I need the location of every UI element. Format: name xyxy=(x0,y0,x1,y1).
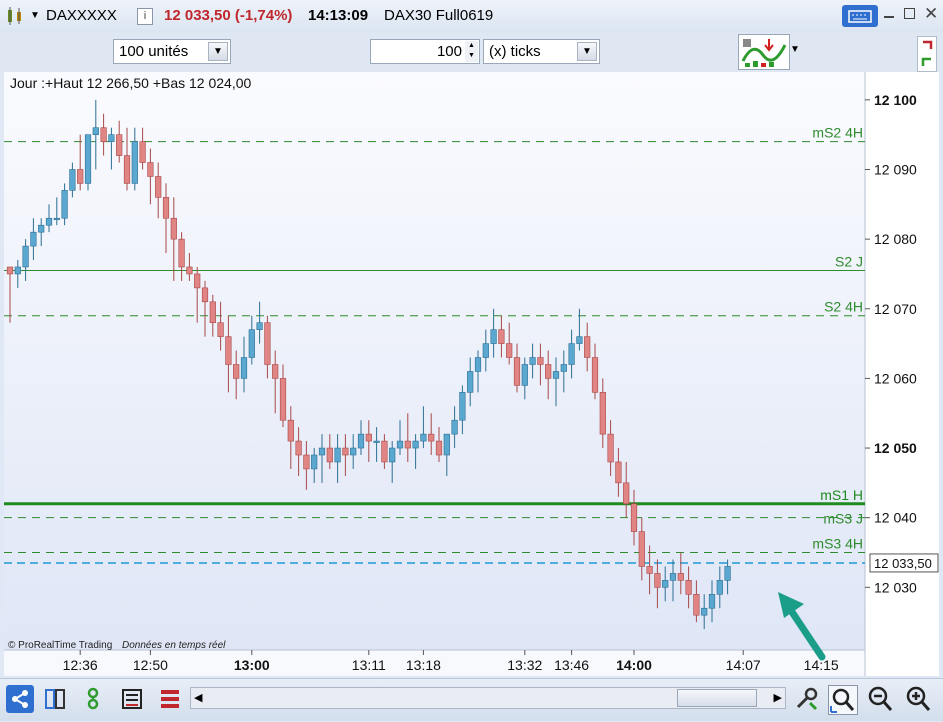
instrument-name: DAX30 Full0619 xyxy=(384,7,494,24)
spinner-icon[interactable]: ▲ ▼ xyxy=(465,41,478,62)
title-bar: ▼ DAXXXXX i 12 033,50 (-1,74%) 14:13:09 … xyxy=(0,0,943,33)
tools-icon[interactable] xyxy=(82,685,110,713)
clock-time: 14:13:09 xyxy=(308,7,369,24)
y-tick-label: 12 060 xyxy=(874,370,917,386)
y-tick-label: 12 050 xyxy=(874,440,917,456)
maximize-icon[interactable] xyxy=(904,8,915,19)
units-select[interactable]: 100 unités ▼ xyxy=(113,39,231,64)
scroll-right-icon[interactable]: ▶ xyxy=(774,691,782,704)
level-label: S2 4H xyxy=(824,299,863,315)
chart-panel[interactable]: mS2 4H S2 J S2 4H mS1 H mS3 J mS3 4H 12 100 12… xyxy=(4,72,939,676)
y-tick-label: 12 030 xyxy=(874,579,917,595)
x-tick-label: 12:36 xyxy=(63,657,98,673)
toolbar: 100 unités ▼ 100 ▲ ▼ (x) ticks ▼ ▼ xyxy=(0,32,943,72)
scrollbar-thumb[interactable] xyxy=(677,689,757,707)
chevron-down-icon[interactable]: ▼ xyxy=(208,42,228,61)
level-label: mS3 J xyxy=(823,511,863,527)
list-icon[interactable] xyxy=(118,685,146,713)
zoom-in-icon[interactable] xyxy=(904,685,932,713)
keyboard-icon[interactable] xyxy=(842,5,878,27)
y-tick-label: 12 090 xyxy=(874,161,917,177)
x-tick-label: 13:18 xyxy=(406,657,441,673)
y-tick-label: 12 100 xyxy=(874,92,917,108)
last-price-label: 12 033,50 xyxy=(874,556,932,571)
level-label: mS2 4H xyxy=(812,125,863,141)
strategy-dropdown-icon[interactable]: ▼ xyxy=(790,44,800,55)
symbol-dropdown-icon[interactable]: ▼ xyxy=(30,10,40,21)
price-change: 12 033,50 (-1,74%) xyxy=(164,7,293,24)
level-label: mS1 H xyxy=(820,487,863,503)
price-chart[interactable]: mS2 4H S2 J S2 4H mS1 H mS3 J mS3 4H 12 100 12… xyxy=(4,72,939,676)
ticks-mode-select[interactable]: (x) ticks ▼ xyxy=(483,39,600,64)
x-tick-label: 14:07 xyxy=(726,657,761,673)
share-icon[interactable] xyxy=(6,685,34,713)
candles-icon[interactable] xyxy=(6,6,24,26)
x-tick-label: 14:00 xyxy=(616,657,652,673)
x-tick-label: 12:50 xyxy=(133,657,168,673)
y-tick-label: 12 040 xyxy=(874,510,917,526)
layout-icon[interactable] xyxy=(42,685,70,713)
minimize-icon[interactable] xyxy=(884,16,894,18)
horizontal-scrollbar[interactable]: ◀ ▶ xyxy=(190,687,786,709)
ticks-count-value: 100 xyxy=(436,43,462,60)
strategy-icon[interactable] xyxy=(738,34,790,70)
ticks-count-input[interactable]: 100 ▲ ▼ xyxy=(370,39,480,64)
level-label: S2 J xyxy=(835,253,863,269)
x-tick-label: 13:32 xyxy=(507,657,542,673)
y-tick-label: 12 070 xyxy=(874,301,917,317)
sync-icon[interactable] xyxy=(917,36,937,72)
x-tick-label: 13:00 xyxy=(234,657,270,673)
info-icon[interactable]: i xyxy=(137,8,153,25)
ticks-mode-value: (x) ticks xyxy=(489,43,541,60)
candle[interactable] xyxy=(84,134,92,191)
zoom-icon[interactable] xyxy=(828,685,858,715)
chevron-down-icon[interactable]: ▼ xyxy=(577,42,597,61)
close-icon[interactable]: ✕ xyxy=(924,4,938,24)
symbol-name[interactable]: DAXXXXX xyxy=(46,7,117,24)
bottom-toolbar: ◀ ▶ xyxy=(0,678,943,721)
level-label: mS3 4H xyxy=(812,536,863,552)
y-tick-label: 12 080 xyxy=(874,231,917,247)
watermark-realtime: Données en temps réel xyxy=(122,640,226,651)
bars-icon[interactable] xyxy=(156,685,184,713)
zoom-out-icon[interactable] xyxy=(866,685,894,713)
settings-icon[interactable] xyxy=(792,685,820,713)
scroll-left-icon[interactable]: ◀ xyxy=(194,691,202,704)
x-tick-label: 13:11 xyxy=(352,657,386,673)
watermark-brand: © ProRealTime Trading xyxy=(8,640,112,651)
x-tick-label: 13:46 xyxy=(554,657,589,673)
chart-header: Jour :+Haut 12 266,50 +Bas 12 024,00 xyxy=(10,75,252,91)
units-select-value: 100 unités xyxy=(119,43,189,60)
